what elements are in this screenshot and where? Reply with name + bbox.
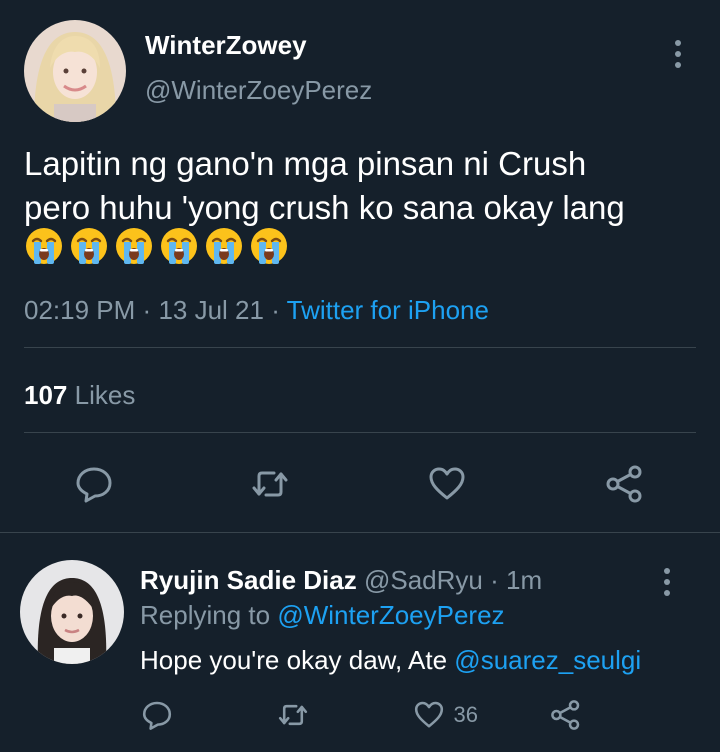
likes-count: 107 bbox=[24, 380, 68, 410]
reply-header: Ryujin Sadie Diaz @SadRyu · 1m bbox=[140, 565, 542, 596]
section-divider bbox=[0, 532, 720, 533]
more-vertical-icon[interactable] bbox=[662, 568, 672, 601]
tweet-time: 02:19 PM bbox=[24, 295, 136, 325]
tweet-meta: 02:19 PM · 13 Jul 21 · Twitter for iPhon… bbox=[24, 295, 489, 326]
divider bbox=[24, 347, 696, 348]
meta-separator: · bbox=[142, 295, 152, 325]
reply-display-name[interactable]: Ryujin Sadie Diaz bbox=[140, 565, 357, 595]
share-icon[interactable] bbox=[605, 464, 645, 504]
reply-age: 1m bbox=[506, 565, 543, 595]
loudly-crying-face-icon bbox=[69, 226, 109, 266]
meta-separator: · bbox=[271, 295, 280, 325]
reply-text-body: Hope you're okay daw, Ate bbox=[140, 645, 448, 675]
like-icon[interactable] bbox=[413, 699, 445, 731]
reply-icon[interactable] bbox=[141, 699, 173, 731]
loudly-crying-face-icon bbox=[24, 226, 64, 266]
author-display-name[interactable]: WinterZowey bbox=[145, 30, 307, 61]
replying-to: Replying to @WinterZoeyPerez bbox=[140, 600, 505, 631]
replying-to-handle[interactable]: @WinterZoeyPerez bbox=[277, 600, 504, 630]
reply-like-count: 36 bbox=[453, 702, 478, 727]
reply-text: Hope you're okay daw, Ate @suarez_seulgi bbox=[140, 645, 641, 676]
like-icon[interactable] bbox=[427, 464, 467, 504]
tweet-text: Lapitin ng gano'n mga pinsan ni Crush pe… bbox=[24, 142, 714, 230]
divider bbox=[24, 432, 696, 433]
meta-separator: · bbox=[490, 565, 499, 595]
retweet-icon[interactable] bbox=[277, 699, 309, 731]
share-icon[interactable] bbox=[550, 699, 582, 731]
emoji-row bbox=[24, 226, 294, 268]
loudly-crying-face-icon bbox=[204, 226, 244, 266]
loudly-crying-face-icon bbox=[159, 226, 199, 266]
loudly-crying-face-icon bbox=[114, 226, 154, 266]
author-avatar[interactable] bbox=[24, 20, 126, 122]
reply-mention[interactable]: @suarez_seulgi bbox=[454, 645, 641, 675]
likes-label: Likes bbox=[74, 380, 136, 410]
tweet-text-line: Lapitin ng gano'n mga pinsan ni Crush bbox=[24, 145, 587, 182]
author-handle[interactable]: @WinterZoeyPerez bbox=[145, 75, 372, 106]
tweet-source-link[interactable]: Twitter for iPhone bbox=[287, 295, 489, 325]
tweet-date: 13 Jul 21 bbox=[158, 295, 264, 325]
reply-like[interactable]: 36 bbox=[413, 699, 478, 731]
tweet-text-line: pero huhu 'yong crush ko sana okay lang bbox=[24, 189, 625, 226]
reply-author-avatar[interactable] bbox=[20, 560, 124, 664]
more-vertical-icon[interactable] bbox=[673, 40, 683, 73]
reply-icon[interactable] bbox=[74, 464, 114, 504]
replying-to-label: Replying to bbox=[140, 600, 271, 630]
likes-stat[interactable]: 107 Likes bbox=[24, 380, 135, 411]
retweet-icon[interactable] bbox=[250, 464, 290, 504]
loudly-crying-face-icon bbox=[249, 226, 289, 266]
reply-handle[interactable]: @SadRyu bbox=[364, 565, 483, 595]
